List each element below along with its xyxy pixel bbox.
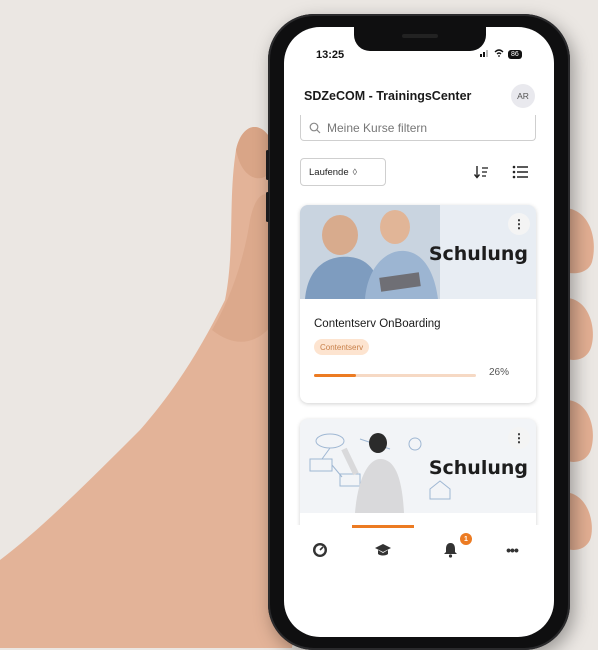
tab-more[interactable]: ••• [502,541,522,559]
phone-screen: 13:25 86 SDZeCOM - TrainingsCenter AR Me… [284,27,554,637]
tab-dashboard[interactable] [310,541,330,559]
progress-bar [314,374,476,377]
bell-icon [443,543,457,558]
app-title: SDZeCOM - TrainingsCenter [304,89,472,103]
avatar[interactable]: AR [511,84,535,108]
card-menu-button[interactable]: ⋮ [508,213,530,235]
dropdown-arrows-icon: ◊ [352,167,358,177]
speaker [402,34,438,38]
tab-courses[interactable] [373,541,393,559]
signal-icon [480,49,490,59]
notification-badge: 1 [460,533,472,545]
graduation-cap-icon [375,544,391,556]
progress-text: 26% [489,367,510,378]
course-card[interactable]: Schulung ⋮ Contentserv OnBoarding Conten… [300,205,536,403]
course-image-label: Schulung [428,457,528,479]
card-menu-button[interactable]: ⋮ [508,427,530,449]
sort-icon[interactable] [474,164,490,180]
course-card[interactable]: Schulung ⋮ [300,419,536,539]
filter-selected-value: Laufende [309,166,349,178]
progress-fill [314,374,357,377]
bottom-tab-bar: 1 ••• [284,525,554,573]
volume-button [266,150,269,180]
search-placeholder: Meine Kurse filtern [327,120,428,135]
course-image-label: Schulung [428,243,528,265]
course-image: Schulung ⋮ [300,205,536,299]
course-image: Schulung ⋮ [300,419,536,513]
course-tag: Contentserv [314,339,370,355]
volume-button [266,192,269,222]
wifi-icon [494,49,504,59]
list-view-icon[interactable] [512,165,528,179]
kebab-icon: ⋮ [513,431,525,445]
notch [354,27,486,51]
status-filter-dropdown[interactable]: Laufende ◊ [300,158,386,186]
active-tab-indicator [352,525,414,528]
status-icons: 86 [480,49,522,59]
tab-notifications[interactable] [440,541,460,559]
battery-icon: 86 [508,49,522,59]
kebab-icon: ⋮ [513,217,525,231]
status-time: 13:25 [316,49,345,61]
more-icon: ••• [506,542,519,558]
dashboard-icon [313,543,327,557]
search-input[interactable]: Meine Kurse filtern [300,115,536,141]
course-title: Contentserv OnBoarding [314,318,441,330]
search-icon [309,122,321,133]
